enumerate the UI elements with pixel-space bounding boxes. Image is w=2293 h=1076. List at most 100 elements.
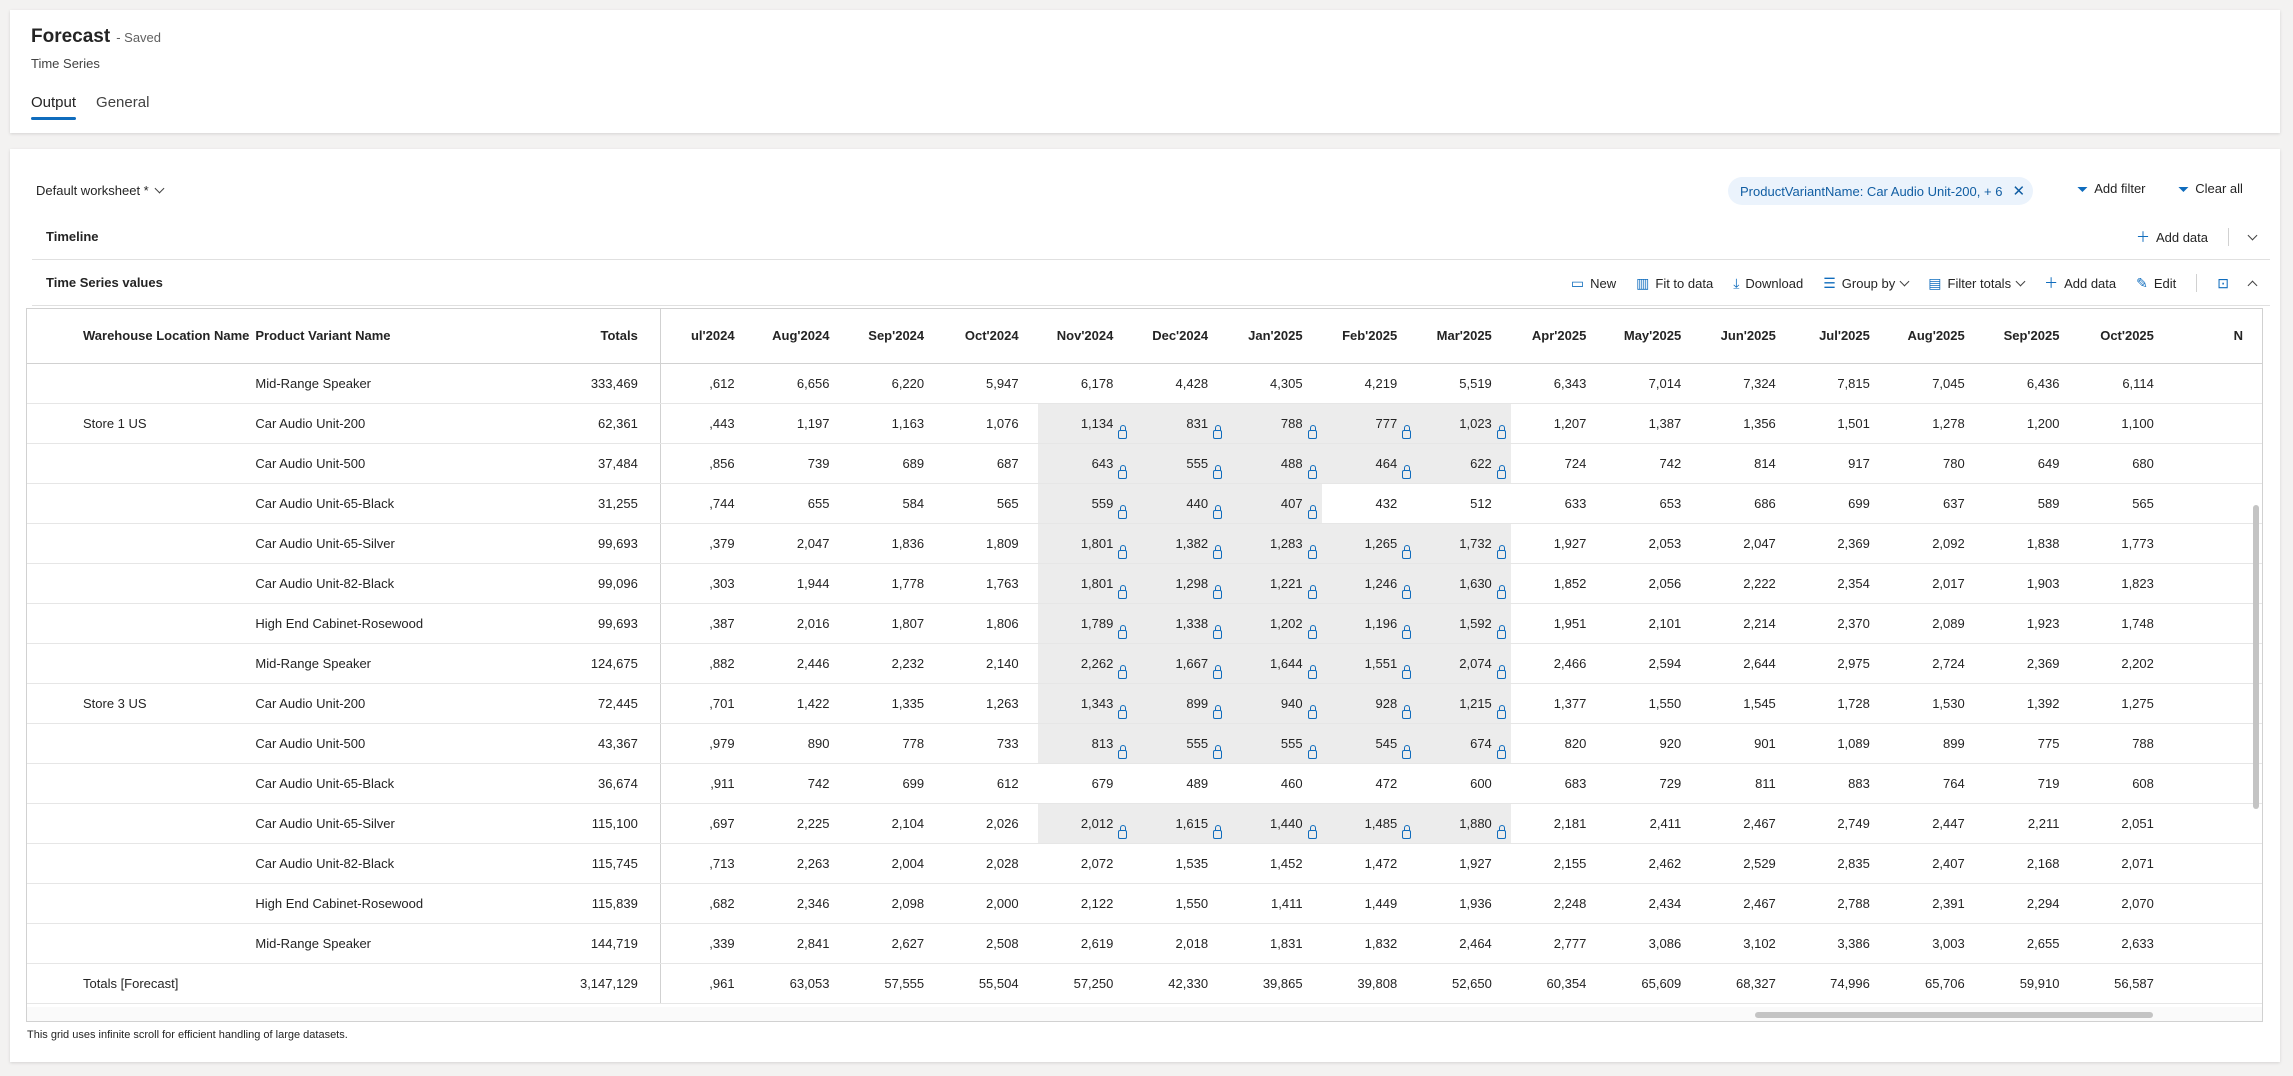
cell-value[interactable]: 2,749 — [1794, 803, 1889, 844]
cell-value[interactable]: 6,220 — [848, 363, 944, 404]
cell-value[interactable]: 3,102 — [1700, 923, 1795, 964]
cell-value[interactable]: 2,140 — [943, 643, 1038, 684]
cell-value[interactable]: 649 — [1983, 443, 2079, 484]
cell-value[interactable]: 1,807 — [848, 603, 944, 644]
cell-value[interactable]: 2,047 — [1700, 523, 1795, 564]
cell-value[interactable]: 1,387 — [1605, 403, 1701, 444]
cell-value[interactable]: 788 — [1227, 403, 1322, 444]
cell-value[interactable]: 1,831 — [1227, 923, 1322, 964]
cell-value[interactable]: 1,501 — [1794, 403, 1889, 444]
cell-value[interactable]: 2,466 — [1510, 643, 1606, 684]
expand-timeline-icon[interactable] — [2247, 230, 2258, 240]
cell-value[interactable]: 2,070 — [2078, 883, 2173, 924]
cell-value[interactable]: 2,168 — [1983, 843, 2079, 884]
cell-value[interactable]: 1,836 — [848, 523, 944, 564]
cell-value[interactable]: 1,382 — [1132, 523, 1228, 564]
worksheet-dropdown[interactable]: Default worksheet * — [36, 183, 165, 198]
cell-value[interactable]: 1,530 — [1888, 683, 1984, 724]
cell-value[interactable]: 3,086 — [1605, 923, 1701, 964]
cell-value[interactable]: 565 — [943, 483, 1038, 524]
column-header-month[interactable]: Dec'2024 — [1132, 309, 1228, 364]
cell-value[interactable]: 7,045 — [1888, 363, 1984, 404]
table-row[interactable]: Car Audio Unit-65-Silver 115,100,697 2,225… — [27, 803, 2262, 844]
cell-value[interactable]: 689 — [848, 443, 944, 484]
cell-value[interactable]: 814 — [1700, 443, 1795, 484]
cell-value[interactable]: 1,343 — [1037, 683, 1133, 724]
cell-value[interactable]: 1,283 — [1227, 523, 1322, 564]
cell-value[interactable]: 1,728 — [1794, 683, 1889, 724]
cell-value[interactable]: 555 — [1227, 723, 1322, 764]
cell-value[interactable]: 2,434 — [1605, 883, 1701, 924]
cell-value[interactable]: 2,214 — [1700, 603, 1795, 644]
group-by-button[interactable]: ☰ Group by — [1823, 276, 1910, 291]
cell-value[interactable] — [2172, 603, 2262, 644]
cell-value[interactable]: 2,004 — [848, 843, 944, 884]
cell-value[interactable] — [2172, 643, 2262, 684]
cell-value[interactable]: 1,411 — [1227, 883, 1322, 924]
cell-value[interactable]: 2,508 — [943, 923, 1038, 964]
cell-value[interactable]: 1,265 — [1321, 523, 1417, 564]
download-button[interactable]: ⤓ Download — [1733, 276, 1803, 291]
cell-value[interactable]: 2,056 — [1605, 563, 1701, 604]
cell-value[interactable]: 4,305 — [1227, 363, 1322, 404]
cell-value[interactable]: ,697 — [660, 803, 754, 844]
cell-value[interactable]: 2,594 — [1605, 643, 1701, 684]
cell-value[interactable]: 440 — [1132, 483, 1228, 524]
cell-value[interactable]: 1,163 — [848, 403, 944, 444]
cell-value[interactable] — [2172, 563, 2262, 604]
table-row[interactable]: Store 3 US Car Audio Unit-200 72,445,701 1,… — [27, 683, 2262, 724]
cell-value[interactable]: 565 — [2078, 483, 2173, 524]
cell-value[interactable]: 1,089 — [1794, 723, 1889, 764]
column-header-month[interactable]: N — [2172, 309, 2262, 364]
cell-value[interactable]: 2,026 — [943, 803, 1038, 844]
cell-value[interactable]: 6,656 — [753, 363, 849, 404]
cell-value[interactable]: 724 — [1510, 443, 1606, 484]
cell-value[interactable]: 2,072 — [1037, 843, 1133, 884]
cell-value[interactable]: 6,436 — [1983, 363, 2079, 404]
cell-value[interactable]: 2,462 — [1605, 843, 1701, 884]
column-header-month[interactable]: Feb'2025 — [1321, 309, 1417, 364]
cell-value[interactable] — [2172, 403, 2262, 444]
table-row[interactable]: Store 1 US Car Audio Unit-200 62,361,443 1,… — [27, 403, 2262, 444]
column-header-month[interactable]: Nov'2024 — [1037, 309, 1133, 364]
column-header-month[interactable]: Jul'2025 — [1794, 309, 1889, 364]
cell-value[interactable]: 1,773 — [2078, 523, 2173, 564]
cell-value[interactable]: 7,324 — [1700, 363, 1795, 404]
cell-value[interactable]: 460 — [1227, 763, 1322, 804]
cell-value[interactable]: 5,947 — [943, 363, 1038, 404]
cell-value[interactable]: 811 — [1700, 763, 1795, 804]
cell-value[interactable]: ,339 — [660, 923, 754, 964]
cell-value[interactable]: 4,219 — [1321, 363, 1417, 404]
cell-value[interactable]: 2,447 — [1888, 803, 1984, 844]
cell-value[interactable]: 2,467 — [1700, 883, 1795, 924]
cell-value[interactable]: 680 — [2078, 443, 2173, 484]
cell-value[interactable]: 2,841 — [753, 923, 849, 964]
cell-value[interactable]: 2,835 — [1794, 843, 1889, 884]
cell-value[interactable]: 1,951 — [1510, 603, 1606, 644]
cell-value[interactable]: 1,485 — [1321, 803, 1417, 844]
cell-value[interactable]: 2,101 — [1605, 603, 1701, 644]
cell-value[interactable]: 2,411 — [1605, 803, 1701, 844]
table-row[interactable]: Car Audio Unit-82-Black 99,096,303 1,944 1,… — [27, 563, 2262, 604]
cell-value[interactable] — [2172, 883, 2262, 924]
cell-value[interactable]: 1,392 — [1983, 683, 2079, 724]
cell-value[interactable]: 1,535 — [1132, 843, 1228, 884]
cell-value[interactable]: 1,440 — [1227, 803, 1322, 844]
cell-value[interactable]: 1,789 — [1037, 603, 1133, 644]
cell-value[interactable]: 1,592 — [1416, 603, 1511, 644]
cell-value[interactable]: 1,275 — [2078, 683, 2173, 724]
cell-value[interactable]: 2,181 — [1510, 803, 1606, 844]
cell-value[interactable]: 1,801 — [1037, 523, 1133, 564]
cell-value[interactable]: 920 — [1605, 723, 1701, 764]
cell-value[interactable]: ,443 — [660, 403, 754, 444]
cell-value[interactable]: 600 — [1416, 763, 1511, 804]
column-header-warehouse[interactable]: Warehouse Location Name — [27, 309, 250, 364]
cell-value[interactable]: 1,778 — [848, 563, 944, 604]
cell-value[interactable]: 1,215 — [1416, 683, 1511, 724]
cell-value[interactable]: ,303 — [660, 563, 754, 604]
cell-value[interactable]: 4,428 — [1132, 363, 1228, 404]
column-header-month[interactable]: Oct'2025 — [2078, 309, 2173, 364]
cell-value[interactable] — [2172, 803, 2262, 844]
cell-value[interactable]: 7,815 — [1794, 363, 1889, 404]
cell-value[interactable]: 2,028 — [943, 843, 1038, 884]
